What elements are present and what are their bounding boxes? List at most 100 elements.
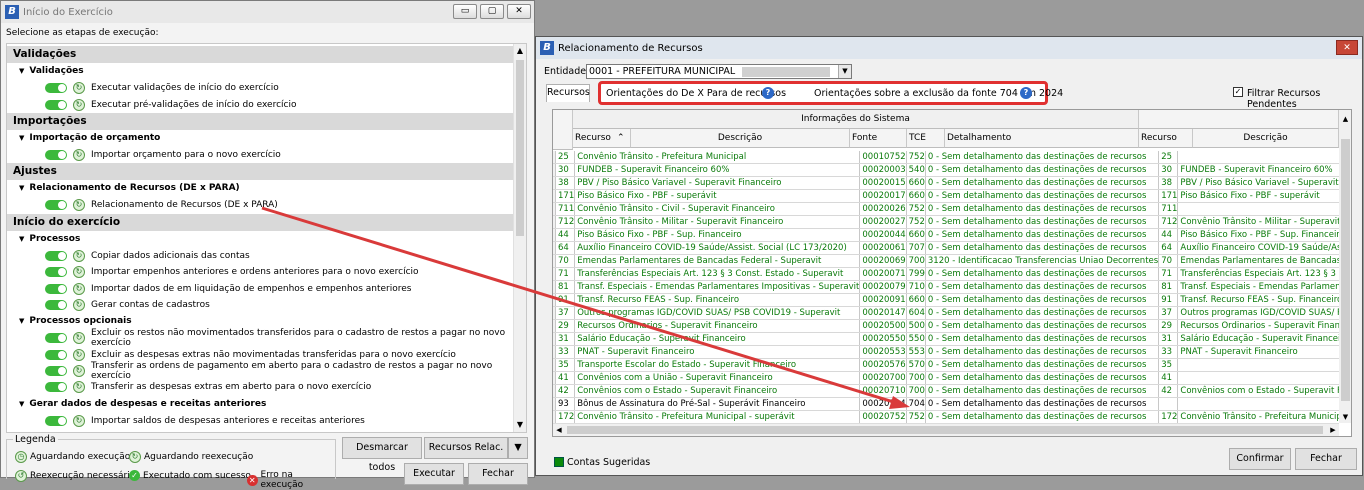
grid-cell[interactable]: 00020710	[859, 384, 907, 399]
grid-cell[interactable]: 00020704	[859, 397, 907, 412]
grid-cell[interactable]: 0 - Sem detalhamento das destinações de …	[925, 319, 1160, 334]
grid-cell[interactable]: PNAT - Superavit Financeiro	[1177, 345, 1339, 360]
grid-cell[interactable]: 00010752	[859, 151, 907, 165]
grid-cell[interactable]: Transf. Especiais - Emendas Parlamentare…	[574, 280, 861, 295]
grid-cell[interactable]: 00020147	[859, 306, 907, 321]
col-fonte[interactable]: Fonte	[850, 129, 907, 148]
grid-cell[interactable]: Salário Educação - Superavit Financeiro	[574, 332, 861, 347]
grid-cell[interactable]: 660	[906, 176, 926, 191]
grid-cell[interactable]: Bônus de Assinatura do Pré-Sal - Superáv…	[574, 397, 861, 412]
grid-cell[interactable]: 500	[906, 319, 926, 334]
group-header[interactable]: ▼ Importação de orçamento	[7, 130, 515, 147]
grid-cell[interactable]: Auxílio Financeiro COVID-19 Saúde/Assist…	[574, 241, 861, 256]
grid-cell[interactable]: 752	[906, 410, 926, 423]
col-descricao[interactable]: Descrição	[631, 129, 850, 148]
grid-cell[interactable]: 712	[555, 215, 576, 230]
grid-cell[interactable]: 29	[1158, 319, 1179, 334]
minimize-button[interactable]: ▭	[453, 4, 477, 19]
grid-cell[interactable]: PBV / Piso Básico Variavel - Superavit F…	[1177, 176, 1339, 191]
grid-cell[interactable]: 0 - Sem detalhamento das destinações de …	[925, 384, 1160, 399]
grid-cell[interactable]: PNAT - Superavit Financeiro	[574, 345, 861, 360]
step-toggle[interactable]	[45, 250, 67, 261]
grid-row[interactable]: 30 FUNDEB - Superavit Financeiro 60% 00020…	[553, 163, 1339, 178]
grid-hscroll[interactable]: ◀ ▶	[553, 423, 1339, 436]
grid-cell[interactable]: Convênio Trânsito - Militar - Superavit …	[574, 215, 861, 230]
grid-row[interactable]: 25 Convênio Trânsito - Prefeitura Municip…	[553, 151, 1339, 165]
grid-cell[interactable]: 00020071	[859, 267, 907, 282]
grid-cell[interactable]: 700	[906, 254, 926, 269]
grid-cell[interactable]: 37	[1158, 306, 1179, 321]
grid-row[interactable]: 172 Convênio Trânsito - Prefeitura Munici…	[553, 410, 1339, 423]
grid-cell[interactable]: 44	[555, 228, 576, 243]
grid-cell[interactable]: 00020061	[859, 241, 907, 256]
group-header[interactable]: ▼ Validações	[7, 63, 515, 80]
recursos-relac-dropdown[interactable]: ▼	[508, 437, 528, 459]
grid-row[interactable]: 29 Recursos Ordinarios - Superavit Financ…	[553, 319, 1339, 334]
grid-row[interactable]: 93 Bônus de Assinatura do Pré-Sal - Super…	[553, 397, 1339, 412]
grid-row[interactable]: 171 Piso Básico Fixo - PBF - superávit 000…	[553, 189, 1339, 204]
grid-cell[interactable]: Convênio Trânsito - Prefeitura Municipal	[574, 151, 861, 165]
orientacoes-link-1[interactable]: Orientações do De X Para de recursos	[606, 88, 786, 99]
grid-cell[interactable]: 712	[1158, 215, 1179, 230]
grid-cell[interactable]: 33	[1158, 345, 1179, 360]
grid-cell[interactable]: 704	[906, 397, 926, 412]
grid-cell[interactable]: 0 - Sem detalhamento das destinações de …	[925, 202, 1160, 217]
grid-cell[interactable]: Convênio Trânsito - Prefeitura Municipal	[1177, 410, 1339, 423]
grid-cell[interactable]: 31	[1158, 332, 1179, 347]
grid-cell[interactable]: 171	[555, 189, 576, 204]
grid-cell[interactable]: 33	[555, 345, 576, 360]
step-toggle[interactable]	[45, 382, 67, 393]
step-toggle[interactable]	[45, 299, 67, 310]
chevron-down-icon[interactable]: ▼	[838, 65, 851, 78]
grid-cell[interactable]: Transf. Recurso FEAS - Sup. Financeiro	[574, 293, 861, 308]
grid-cell[interactable]: 540	[906, 163, 926, 178]
filtrar-checkbox[interactable]: ✓	[1233, 87, 1243, 97]
grid-cell[interactable]: 00020026	[859, 202, 907, 217]
grid-cell[interactable]: 31	[555, 332, 576, 347]
grid-cell[interactable]: 38	[555, 176, 576, 191]
step-toggle[interactable]	[45, 267, 67, 278]
grid-cell[interactable]: 44	[1158, 228, 1179, 243]
grid-cell[interactable]: 00020553	[859, 345, 907, 360]
executar-button[interactable]: Executar	[404, 463, 464, 485]
grid-row[interactable]: 81 Transf. Especiais - Emendas Parlamenta…	[553, 280, 1339, 295]
grid-row[interactable]: 42 Convênios com o Estado - Superavit Fin…	[553, 384, 1339, 399]
scroll-thumb[interactable]	[516, 60, 524, 236]
grid-cell[interactable]: 00020500	[859, 319, 907, 334]
tab-recursos[interactable]: Recursos	[546, 84, 590, 102]
grid-cell[interactable]: Convênios com o Estado - Superavit Finan…	[1177, 384, 1339, 399]
grid-cell[interactable]	[1177, 202, 1339, 217]
vscroll-thumb[interactable]	[1341, 139, 1350, 401]
grid-cell[interactable]: 0 - Sem detalhamento das destinações de …	[925, 358, 1160, 373]
fechar-right-button[interactable]: Fechar	[1295, 448, 1357, 470]
grid-cell[interactable]: 711	[555, 202, 576, 217]
grid-cell[interactable]: 71	[555, 267, 576, 282]
grid-cell[interactable]: 0 - Sem detalhamento das destinações de …	[925, 371, 1160, 386]
grid-cell[interactable]: 707	[906, 241, 926, 256]
scroll-right-icon[interactable]: ▶	[1327, 424, 1339, 436]
grid-cell[interactable]: 752	[906, 151, 926, 165]
expand-arrow-icon[interactable]: ▼	[19, 134, 24, 142]
confirmar-button[interactable]: Confirmar	[1229, 448, 1291, 470]
grid-cell[interactable]: 0 - Sem detalhamento das destinações de …	[925, 151, 1160, 165]
grid-row[interactable]: 91 Transf. Recurso FEAS - Sup. Financeiro…	[553, 293, 1339, 308]
step-toggle[interactable]	[45, 283, 67, 294]
grid-row[interactable]: 35 Transporte Escolar do Estado - Superav…	[553, 358, 1339, 373]
group-header[interactable]: ▼ Relacionamento de Recursos (DE x PARA)	[7, 180, 515, 197]
grid-cell[interactable]: 0 - Sem detalhamento das destinações de …	[925, 293, 1160, 308]
grid-cell[interactable]	[1177, 151, 1339, 165]
grid-cell[interactable]: Convênios com a União - Superavit Financ…	[574, 371, 861, 386]
grid-cell[interactable]: 0 - Sem detalhamento das destinações de …	[925, 215, 1160, 230]
grid-cell[interactable]: Convênio Trânsito - Civil - Superavit Fi…	[574, 202, 861, 217]
grid-cell[interactable]: 64	[1158, 241, 1179, 256]
grid-row[interactable]: 44 Piso Básico Fixo - PBF - Sup. Financei…	[553, 228, 1339, 243]
grid-cell[interactable]: 35	[555, 358, 576, 373]
grid-cell[interactable]: 00020069	[859, 254, 907, 269]
grid-cell[interactable]: 0 - Sem detalhamento das destinações de …	[925, 410, 1160, 423]
grid-row[interactable]: 33 PNAT - Superavit Financeiro 00020553 553…	[553, 345, 1339, 360]
grid-cell[interactable]: 00020079	[859, 280, 907, 295]
grid-cell[interactable]: 700	[906, 384, 926, 399]
help-icon-2[interactable]: ?	[1020, 87, 1032, 99]
grid-cell[interactable]: 0 - Sem detalhamento das destinações de …	[925, 189, 1160, 204]
grid-cell[interactable]: 172	[1158, 410, 1179, 423]
